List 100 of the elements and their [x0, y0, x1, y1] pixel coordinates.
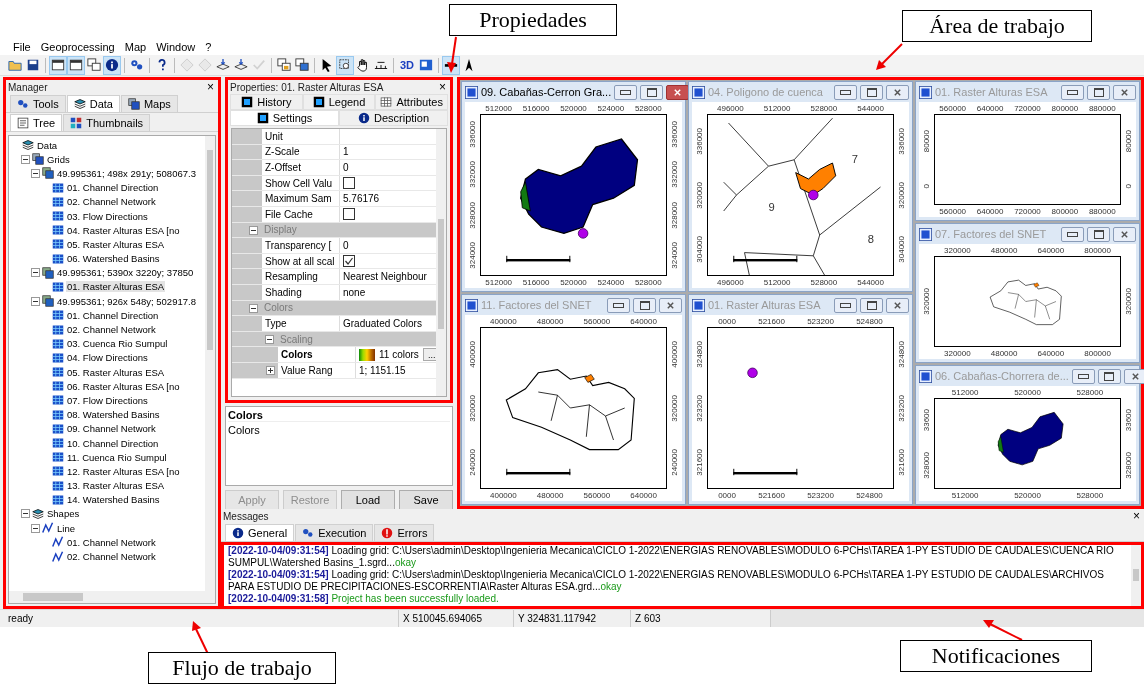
map-canvas[interactable] — [707, 327, 894, 489]
maximize-button[interactable] — [1087, 84, 1110, 100]
tree-item[interactable]: 08. Watershed Basins — [66, 409, 161, 421]
menu-item[interactable]: ? — [200, 40, 217, 53]
expand-toggle[interactable] — [31, 268, 40, 278]
map-canvas[interactable] — [480, 327, 667, 489]
tab[interactable]: Thumbnails — [63, 114, 151, 131]
tab[interactable]: Maps — [120, 95, 178, 112]
tree-item[interactable]: 49.995361; 498x 291y; 508067.3 — [56, 167, 197, 179]
tree-item[interactable]: 02. Channel Network — [66, 551, 157, 563]
property-value[interactable]: 0 — [343, 162, 349, 173]
menu-item[interactable]: Geoprocessing — [35, 40, 120, 53]
checkbox[interactable] — [343, 177, 355, 190]
tree-item[interactable]: 04. Flow Directions — [66, 352, 149, 364]
window-button[interactable] — [67, 55, 85, 75]
maximize-button[interactable] — [640, 84, 664, 100]
property-value[interactable]: Nearest Neighbour — [343, 271, 427, 283]
close-button[interactable]: × — [205, 81, 216, 93]
tab[interactable]: History — [230, 94, 303, 110]
tree-item[interactable]: 04. Raster Alturas ESA [no — [66, 224, 181, 236]
minimize-button[interactable] — [1071, 368, 1095, 384]
tree-item[interactable]: 12. Raster Alturas ESA [no — [66, 465, 181, 477]
info-button[interactable] — [103, 55, 121, 75]
tab[interactable]: Data — [66, 95, 120, 112]
tree-item[interactable]: Shapes — [46, 508, 81, 520]
tree-item[interactable]: 02. Channel Network — [66, 324, 157, 336]
minimize-button[interactable] — [834, 84, 857, 100]
scrollbar[interactable] — [205, 136, 215, 591]
expand-toggle[interactable] — [21, 154, 30, 164]
tree-item[interactable]: 06. Watershed Basins — [66, 253, 161, 265]
tree-item[interactable]: 10. Channel Direction — [66, 437, 160, 449]
window-button[interactable] — [49, 55, 67, 75]
menu-item[interactable]: File — [8, 40, 36, 53]
close-button[interactable] — [659, 297, 682, 313]
menu-item[interactable]: Window — [151, 40, 201, 53]
tab[interactable]: Errors — [374, 524, 435, 541]
tree-item[interactable]: 13. Raster Alturas ESA — [66, 480, 166, 492]
tree-item[interactable]: 11. Cuenca Rio Sumpul — [66, 451, 168, 463]
tree-item[interactable]: 05. Raster Alturas ESA — [66, 238, 166, 250]
tree-item[interactable]: Grids — [46, 153, 71, 165]
expand-toggle[interactable] — [249, 225, 258, 235]
expand-toggle[interactable] — [31, 168, 40, 178]
tree-item[interactable]: Line — [56, 522, 76, 534]
tab[interactable]: Settings — [230, 110, 339, 126]
zoom-box-button[interactable] — [336, 55, 354, 75]
tab[interactable]: Tools — [10, 95, 66, 112]
tree-item[interactable]: 49.995361; 926x 548y; 502917.8 — [56, 295, 197, 307]
minimize-button[interactable] — [1061, 84, 1084, 100]
maximize-button[interactable] — [1087, 226, 1110, 242]
scrollbar[interactable] — [9, 591, 215, 603]
tree-item[interactable]: 02. Channel Network — [66, 196, 157, 208]
map-canvas[interactable] — [934, 398, 1121, 489]
close-button[interactable]: × — [437, 81, 448, 93]
minimize-button[interactable] — [1061, 226, 1084, 242]
tab[interactable]: Tree — [10, 114, 63, 131]
edit-button[interactable]: ... — [422, 348, 436, 362]
tree-item[interactable]: 01. Channel Direction — [66, 309, 160, 321]
tree-item[interactable]: 01. Channel Network — [66, 536, 157, 548]
tab[interactable]: Description — [339, 110, 448, 126]
maximize-button[interactable] — [633, 297, 656, 313]
menu-item[interactable]: Map — [119, 40, 152, 53]
maximize-button[interactable] — [860, 84, 883, 100]
property-value[interactable]: 5.76176 — [343, 193, 380, 205]
close-button[interactable] — [1123, 368, 1144, 384]
expand-toggle[interactable] — [21, 509, 30, 519]
property-value[interactable]: 1; 1151.15 — [359, 364, 406, 376]
minimize-button[interactable] — [607, 297, 630, 313]
minimize-button[interactable] — [834, 297, 857, 313]
close-button[interactable] — [1113, 84, 1136, 100]
close-button[interactable] — [886, 84, 909, 100]
tree-item[interactable]: 09. Channel Network — [66, 423, 157, 435]
close-button[interactable]: × — [1131, 510, 1142, 522]
action-button[interactable]: Load — [341, 490, 395, 510]
map-canvas[interactable] — [934, 256, 1121, 347]
tree-item[interactable]: 14. Watershed Basins — [66, 494, 161, 506]
expand-toggle[interactable] — [31, 523, 40, 533]
checkbox[interactable] — [343, 255, 355, 268]
action-button[interactable]: Save — [399, 490, 453, 510]
tree-item[interactable]: 03. Cuenca Rio Sumpul — [66, 338, 169, 350]
map-canvas[interactable]: 7 9 8 — [707, 114, 894, 276]
tree-item[interactable]: 06. Raster Alturas ESA [no — [66, 380, 181, 392]
map-canvas[interactable] — [480, 114, 667, 276]
close-button[interactable] — [666, 84, 690, 100]
close-button[interactable] — [1113, 226, 1136, 242]
tree-item[interactable]: 05. Raster Alturas ESA — [66, 366, 166, 378]
tree-item[interactable]: Data — [36, 139, 59, 151]
property-value[interactable]: none — [343, 286, 366, 298]
maximize-button[interactable] — [1097, 368, 1121, 384]
tree-item[interactable]: 03. Flow Directions — [66, 210, 149, 222]
expand-toggle[interactable] — [31, 296, 40, 306]
maximize-button[interactable] — [860, 297, 883, 313]
tree-item[interactable]: 07. Flow Directions — [66, 394, 149, 406]
expand-toggle[interactable] — [265, 334, 274, 344]
close-button[interactable] — [886, 297, 909, 313]
tab[interactable]: Execution — [295, 524, 374, 541]
expand-toggle[interactable] — [266, 365, 275, 375]
checkbox[interactable] — [343, 208, 355, 221]
property-value[interactable]: 0 — [343, 239, 349, 251]
tab[interactable]: General — [225, 524, 295, 541]
property-value[interactable]: Graduated Colors — [343, 317, 422, 329]
